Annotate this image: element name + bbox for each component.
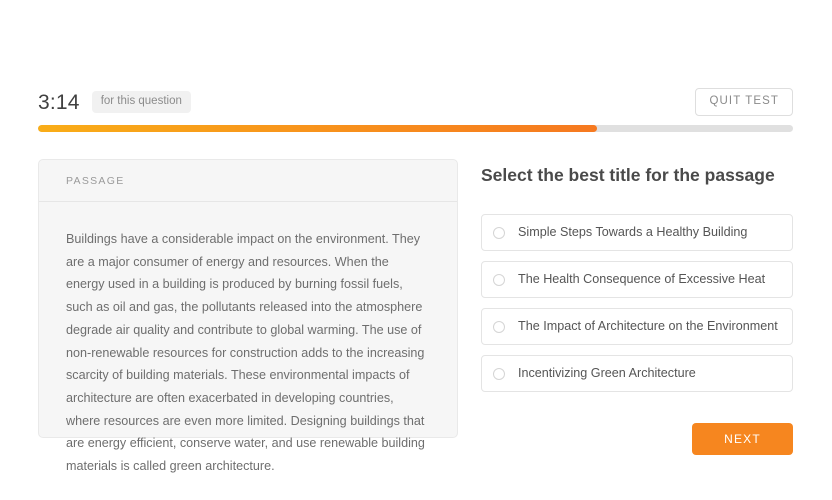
timer-value: 3:14 (38, 90, 80, 114)
test-screen: 3:14 for this question QUIT TEST PASSAGE… (0, 0, 832, 500)
progress-bar-fill (38, 125, 597, 132)
question-column: Select the best title for the passage Si… (481, 159, 793, 455)
radio-button-icon[interactable] (493, 367, 505, 380)
answer-option-label: The Impact of Architecture on the Enviro… (518, 319, 778, 334)
passage-panel: PASSAGE Buildings have a considerable im… (38, 159, 458, 473)
passage-body: Buildings have a considerable impact on … (39, 202, 457, 478)
quit-test-button[interactable]: QUIT TEST (695, 87, 793, 117)
progress-bar-track (38, 125, 793, 132)
answer-option-2[interactable]: The Health Consequence of Excessive Heat (481, 261, 793, 298)
timer-note-badge: for this question (91, 90, 191, 114)
answer-option-label: Simple Steps Towards a Healthy Building (518, 225, 748, 240)
answer-option-label: The Health Consequence of Excessive Heat (518, 272, 766, 287)
passage-header: PASSAGE (39, 160, 457, 202)
question-title: Select the best title for the passage (481, 165, 775, 185)
answer-option-4[interactable]: Incentivizing Green Architecture (481, 355, 793, 392)
answer-option-1[interactable]: Simple Steps Towards a Healthy Building (481, 214, 793, 251)
radio-button-icon[interactable] (493, 320, 505, 333)
answer-options-list: Simple Steps Towards a Healthy Building … (481, 214, 793, 392)
answer-option-3[interactable]: The Impact of Architecture on the Enviro… (481, 308, 793, 345)
radio-button-icon[interactable] (493, 273, 505, 286)
answer-option-label: Incentivizing Green Architecture (518, 366, 696, 381)
top-bar: 3:14 for this question QUIT TEST (38, 86, 793, 118)
passage-label: PASSAGE (66, 174, 125, 187)
radio-button-icon[interactable] (493, 226, 505, 239)
next-button-row: NEXT (481, 423, 793, 455)
next-button[interactable]: NEXT (692, 423, 793, 455)
passage-text: Buildings have a considerable impact on … (66, 232, 425, 474)
